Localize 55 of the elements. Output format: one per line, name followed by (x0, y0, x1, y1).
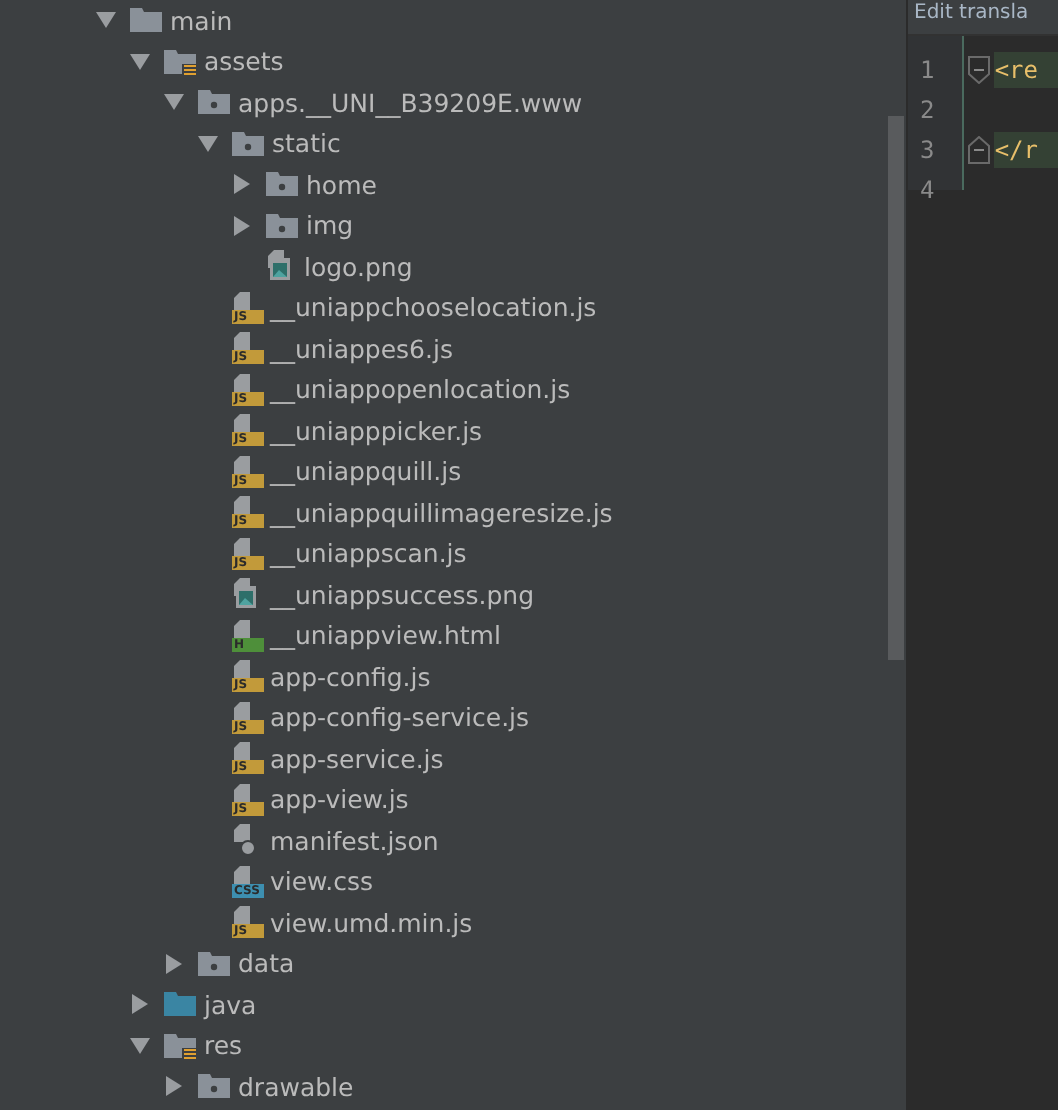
tree-item[interactable]: app-config.js (270, 661, 431, 692)
tree-item[interactable]: __uniapppicker.js (270, 415, 483, 446)
source-folder-icon (164, 990, 198, 1019)
package-folder-icon (266, 211, 300, 240)
package-folder-icon (266, 170, 300, 199)
tree-item[interactable]: __uniappopenlocation.js (270, 374, 571, 405)
folder-icon (130, 6, 164, 35)
tree-item[interactable]: logo.png (304, 251, 413, 282)
tree-item[interactable]: apps.__UNI__B39209E.www (238, 87, 583, 118)
package-folder-icon (232, 129, 266, 158)
package-folder-icon (198, 1072, 232, 1101)
tree-item[interactable]: res (204, 1030, 243, 1061)
collapse-arrow-icon[interactable] (96, 10, 116, 31)
collapse-arrow-icon[interactable] (130, 1035, 150, 1056)
expand-arrow-icon[interactable] (232, 174, 252, 195)
tree-item[interactable]: view.umd.min.js (270, 907, 473, 938)
resource-folder-icon (164, 47, 198, 76)
line-number: 4 (918, 174, 937, 208)
tree-item[interactable]: app-config-service.js (270, 702, 530, 733)
package-folder-icon (198, 949, 232, 978)
expand-arrow-icon[interactable] (232, 215, 252, 236)
tree-item[interactable]: __uniappscan.js (270, 538, 467, 569)
package-folder-icon (198, 88, 232, 117)
collapse-arrow-icon[interactable] (198, 133, 218, 154)
fold-start-icon[interactable] (968, 56, 991, 84)
line-number: 3 (918, 134, 937, 168)
tree-item[interactable]: data (238, 948, 295, 979)
tree-item[interactable]: app-service.js (270, 743, 444, 774)
tree-item[interactable]: assets (204, 46, 284, 77)
fold-end-icon[interactable] (968, 136, 991, 164)
tree-item[interactable]: view.css (270, 866, 374, 897)
tree-item[interactable]: __uniappview.html (270, 620, 501, 651)
tree-item[interactable]: manifest.json (270, 825, 439, 856)
tree-item[interactable]: img (306, 210, 354, 241)
tree-item[interactable]: __uniappquill.js (270, 456, 462, 487)
expand-arrow-icon[interactable] (164, 1076, 184, 1097)
tree-item[interactable]: __uniappsuccess.png (270, 579, 535, 610)
expand-arrow-icon[interactable] (164, 953, 184, 974)
tree-item[interactable]: __uniappquillimageresize.js (270, 497, 613, 528)
scrollbar-thumb[interactable] (888, 116, 905, 660)
tree-item[interactable]: __uniappes6.js (270, 333, 453, 364)
expand-arrow-icon[interactable] (130, 994, 150, 1015)
line-number: 2 (918, 94, 937, 128)
collapse-arrow-icon[interactable] (130, 51, 150, 72)
editor-tab[interactable]: Edit transla (908, 0, 1058, 36)
tree-item[interactable]: drawable (238, 1071, 354, 1102)
resource-folder-icon (164, 1031, 198, 1060)
tree-item[interactable]: home (306, 169, 377, 200)
line-number: 1 (918, 54, 937, 88)
collapse-arrow-icon[interactable] (164, 92, 184, 113)
tree-item[interactable]: app-view.js (270, 784, 409, 815)
tree-item[interactable]: java (204, 989, 257, 1020)
tree-item[interactable]: static (272, 128, 341, 159)
tree-item[interactable]: main (170, 5, 233, 36)
tree-item[interactable]: __uniappchooselocation.js (270, 292, 597, 323)
